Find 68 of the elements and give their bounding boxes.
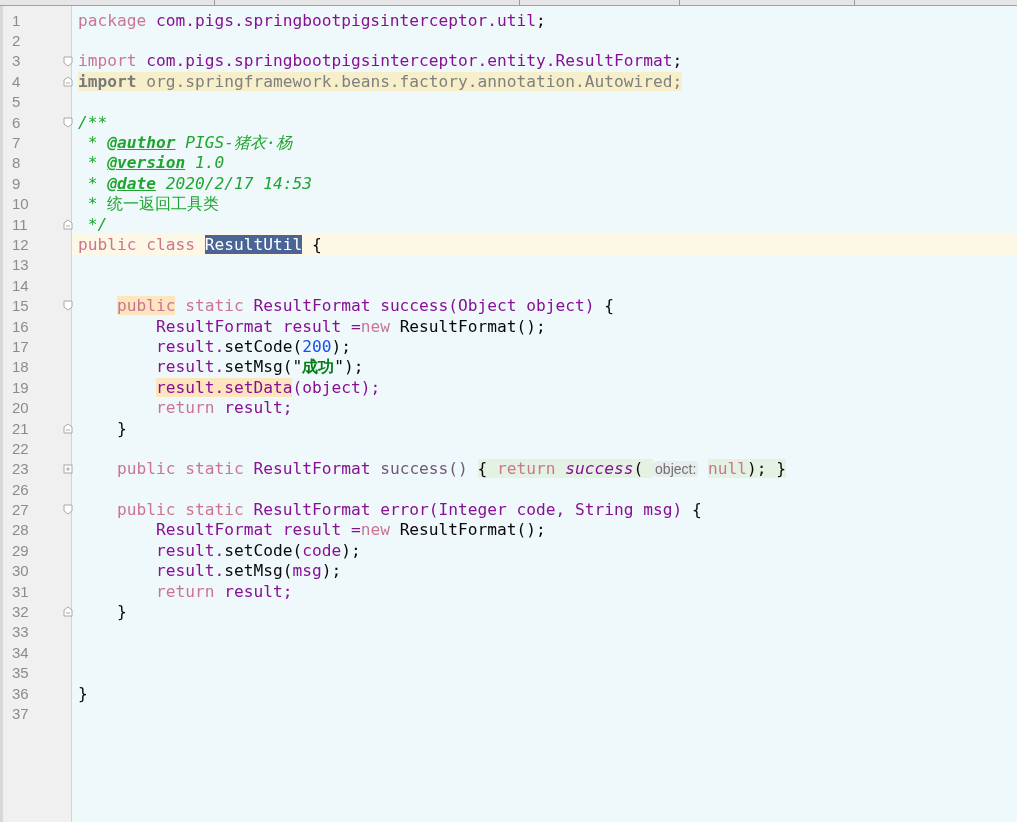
- code-line: result.setMsg("成功");: [154, 357, 364, 377]
- line-number: 34: [12, 644, 29, 660]
- code-line: import org.springframework.beans.factory.annotation.Autowired;: [78, 71, 683, 91]
- code-line: * @version 1.0: [86, 153, 225, 173]
- code-line: }: [115, 418, 127, 438]
- code-line: * @date 2020/2/17 14:53: [86, 173, 312, 193]
- line-number: 14: [12, 277, 29, 293]
- fold-marker-icon[interactable]: [63, 116, 73, 128]
- line-number: 5: [12, 94, 21, 110]
- line-number: 23: [12, 461, 29, 477]
- line-number: 29: [12, 542, 29, 558]
- fold-end-icon[interactable]: [63, 422, 73, 434]
- line-number: 10: [12, 196, 29, 212]
- code-line: result.setMsg(msg);: [154, 561, 342, 581]
- line-number: 36: [12, 685, 29, 701]
- code-line: ResultFormat result =new ResultFormat();: [154, 520, 546, 540]
- line-number: 20: [12, 400, 29, 416]
- fold-marker-icon[interactable]: [63, 55, 73, 67]
- code-line: result.setCode(code);: [154, 540, 361, 560]
- line-number: 28: [12, 522, 29, 538]
- line-number: 17: [12, 338, 29, 354]
- line-number: 19: [12, 379, 29, 395]
- line-number: 37: [12, 705, 29, 721]
- line-number: 21: [12, 420, 29, 436]
- code-line: return result;: [154, 581, 293, 601]
- line-number: 6: [12, 114, 21, 130]
- line-number: 11: [12, 216, 28, 232]
- line-number: 30: [12, 563, 29, 579]
- fold-end-icon[interactable]: [63, 218, 73, 230]
- line-number: 22: [12, 440, 29, 456]
- line-number: 12: [12, 237, 29, 252]
- line-number: 2: [12, 33, 21, 49]
- line-number: 16: [12, 318, 29, 334]
- line-number: 4: [12, 73, 21, 89]
- code-line: package com.pigs.springbootpigsinterceptor.util;: [78, 10, 546, 30]
- code-line: }: [78, 683, 88, 703]
- fold-end-icon[interactable]: [63, 606, 73, 618]
- line-number: 35: [12, 665, 29, 681]
- line-number: 32: [12, 604, 29, 619]
- code-line: import com.pigs.springbootpigsinterceptor.entity.ResultFormat;: [78, 51, 683, 71]
- code-line: return result;: [154, 398, 293, 418]
- code-line: public static ResultFormat error(Integer code, String msg) {: [115, 500, 702, 520]
- code-line: public class ResultUtil {: [78, 235, 322, 254]
- code-line: * @author PIGS-猪衣·杨: [86, 133, 292, 153]
- line-number: 15: [12, 298, 29, 314]
- expand-icon[interactable]: [63, 463, 73, 475]
- line-number: 31: [12, 583, 29, 599]
- line-number: 8: [12, 155, 21, 171]
- code-line: public static ResultFormat success(Object object) {: [115, 296, 615, 316]
- line-number: 27: [12, 502, 29, 518]
- line-number: 33: [12, 624, 29, 640]
- fold-marker-icon[interactable]: [63, 504, 73, 516]
- line-number: 26: [12, 481, 29, 497]
- line-number: 18: [12, 359, 29, 375]
- code-line: result.setCode(200);: [154, 336, 351, 356]
- line-number: 7: [12, 135, 21, 151]
- code-line: /**: [78, 112, 108, 132]
- fold-marker-icon[interactable]: [63, 300, 73, 312]
- code-line: * 统一返回工具类: [86, 194, 220, 214]
- fold-end-icon[interactable]: [63, 76, 73, 88]
- line-number: 13: [12, 257, 29, 273]
- line-number: 1: [12, 12, 21, 28]
- code-line: ResultFormat result =new ResultFormat();: [154, 316, 546, 336]
- line-number: 3: [12, 53, 21, 69]
- code-line: }: [115, 602, 127, 621]
- code-line: public static ResultFormat success() { return success( object: null); }: [115, 458, 787, 479]
- code-line: */: [86, 214, 108, 234]
- line-number: 9: [12, 175, 21, 191]
